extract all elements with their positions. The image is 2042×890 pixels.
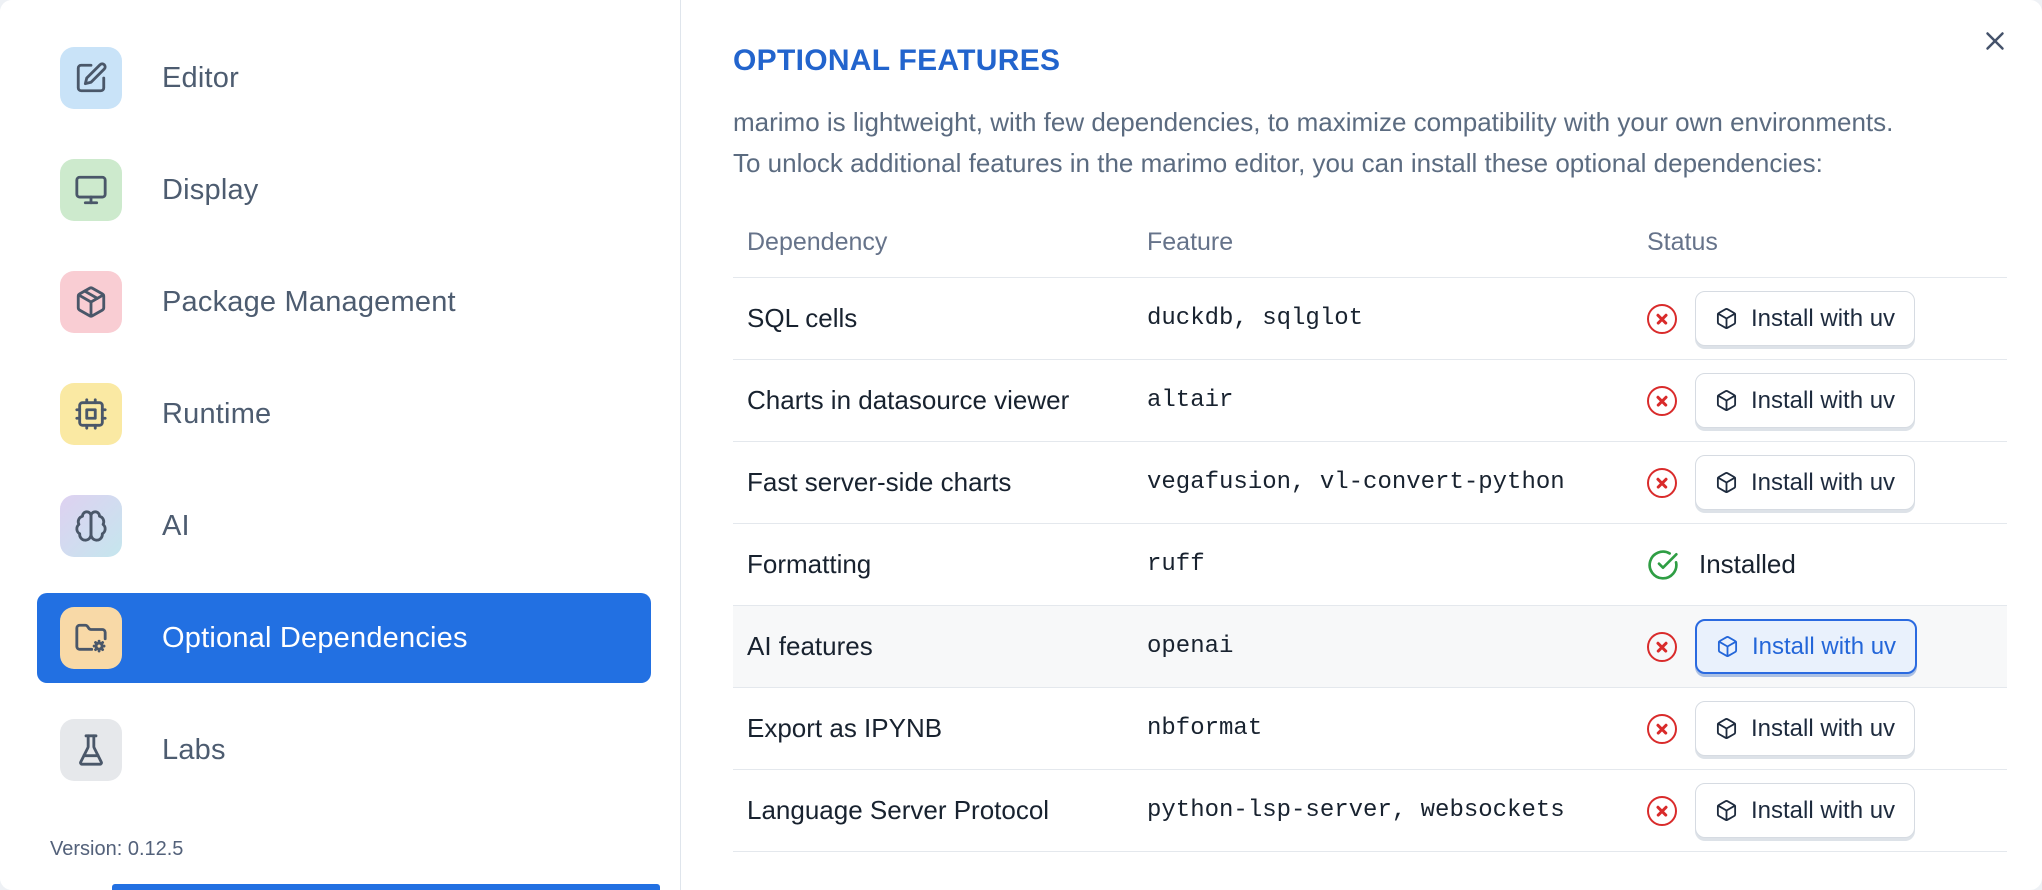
sidebar-item-label: Optional Dependencies [162,621,468,654]
dependency-cell: Fast server-side charts [747,467,1012,497]
package-icon [1716,390,1737,411]
not-installed-icon [1647,795,1677,826]
status-cell: Install with uv [1633,619,2007,674]
install-with-uv-button[interactable]: Install with uv [1695,619,1918,674]
feature-cell: nbformat [1147,715,1263,742]
dependency-cell: SQL cells [747,303,858,333]
install-button-label: Install with uv [1751,468,1896,496]
settings-dialog: Editor Display Package Management Runtim… [0,0,2042,890]
dependency-cell: Charts in datasource viewer [747,385,1070,415]
install-button-label: Install with uv [1751,304,1896,332]
table-row: Fast server-side charts vegafusion, vl-c… [733,442,2007,524]
package-icon [1716,718,1737,739]
sidebar-item-label: Labs [162,733,226,766]
sidebar-item-label: AI [162,509,190,542]
sidebar-item-editor[interactable]: Editor [37,33,651,123]
status-cell: Install with uv [1633,455,2007,510]
column-header-status: Status [1647,228,1718,256]
status-cell: Installed [1633,549,2007,581]
package-icon [1716,800,1737,821]
sidebar-item-label: Package Management [162,285,456,318]
installed-check-icon [1647,549,1679,581]
description-line: marimo is lightweight, with few dependen… [733,107,1894,137]
not-installed-icon [1647,713,1677,744]
table-row: Formatting ruff Installed [733,524,2007,606]
cpu-icon [60,383,122,445]
sidebar-item-label: Runtime [162,397,272,430]
install-button-label: Install with uv [1751,796,1896,824]
sidebar-item-label: Editor [162,61,239,94]
dependency-cell: AI features [747,631,873,661]
sidebar-item-display[interactable]: Display [37,145,651,235]
close-icon[interactable] [1976,22,2014,60]
package-icon [1717,636,1738,657]
flask-icon [60,719,122,781]
status-cell: Install with uv [1633,701,2007,756]
install-with-uv-button[interactable]: Install with uv [1695,783,1916,838]
feature-cell: vegafusion, vl-convert-python [1147,469,1565,496]
sidebar-item-optional-dependencies[interactable]: Optional Dependencies [37,593,651,683]
dependency-cell: Language Server Protocol [747,795,1050,825]
sidebar-bottom-accent-bar [112,884,660,890]
dependencies-table: Dependency Feature Status SQL cells duck… [733,218,2007,852]
status-cell: Install with uv [1633,291,2007,346]
install-with-uv-button[interactable]: Install with uv [1695,291,1916,346]
dependency-cell: Formatting [747,549,872,579]
sidebar-item-runtime[interactable]: Runtime [37,369,651,459]
not-installed-icon [1647,467,1677,498]
table-row: AI features openai Install with uv [733,606,2007,688]
feature-cell: duckdb, sqlglot [1147,305,1364,332]
package-icon [1716,308,1737,329]
package-icon [1716,472,1737,493]
monitor-icon [60,159,122,221]
status-cell: Install with uv [1633,783,2007,838]
folder-cog-icon [60,607,122,669]
status-cell: Install with uv [1633,373,2007,428]
install-button-label: Install with uv [1752,632,1897,660]
dependency-cell: Export as IPYNB [747,713,943,743]
version-label: Version: 0.12.5 [50,838,184,860]
column-header-feature: Feature [1147,228,1234,256]
table-header: Dependency Feature Status [733,218,2007,278]
install-with-uv-button[interactable]: Install with uv [1695,455,1916,510]
not-installed-icon [1647,631,1677,662]
install-with-uv-button[interactable]: Install with uv [1695,701,1916,756]
sidebar-item-package-management[interactable]: Package Management [37,257,651,347]
optional-features-panel: OPTIONAL FEATURES marimo is lightweight,… [682,0,2042,890]
not-installed-icon [1647,303,1677,334]
table-row: Export as IPYNB nbformat Install with uv [733,688,2007,770]
install-with-uv-button[interactable]: Install with uv [1695,373,1916,428]
install-button-label: Install with uv [1751,386,1896,414]
brain-icon [60,495,122,557]
install-button-label: Install with uv [1751,714,1896,742]
sidebar-item-labs[interactable]: Labs [37,705,651,795]
description-line: To unlock additional features in the mar… [733,148,1823,178]
feature-cell: ruff [1147,551,1205,578]
feature-cell: openai [1147,633,1234,660]
panel-description: marimo is lightweight, with few dependen… [733,102,2042,184]
sidebar-item-ai[interactable]: AI [37,481,651,571]
page-title: OPTIONAL FEATURES [733,44,1061,77]
feature-cell: python-lsp-server, websockets [1147,797,1565,824]
edit-icon [60,47,122,109]
installed-label: Installed [1699,549,1796,579]
not-installed-icon [1647,385,1677,416]
table-row: SQL cells duckdb, sqlglot Install with u… [733,278,2007,360]
feature-cell: altair [1147,387,1234,414]
sidebar-item-label: Display [162,173,259,206]
column-header-dependency: Dependency [747,228,888,256]
settings-sidebar: Editor Display Package Management Runtim… [0,0,681,890]
table-row: Language Server Protocol python-lsp-serv… [733,770,2007,852]
package-icon [60,271,122,333]
table-row: Charts in datasource viewer altair Insta… [733,360,2007,442]
